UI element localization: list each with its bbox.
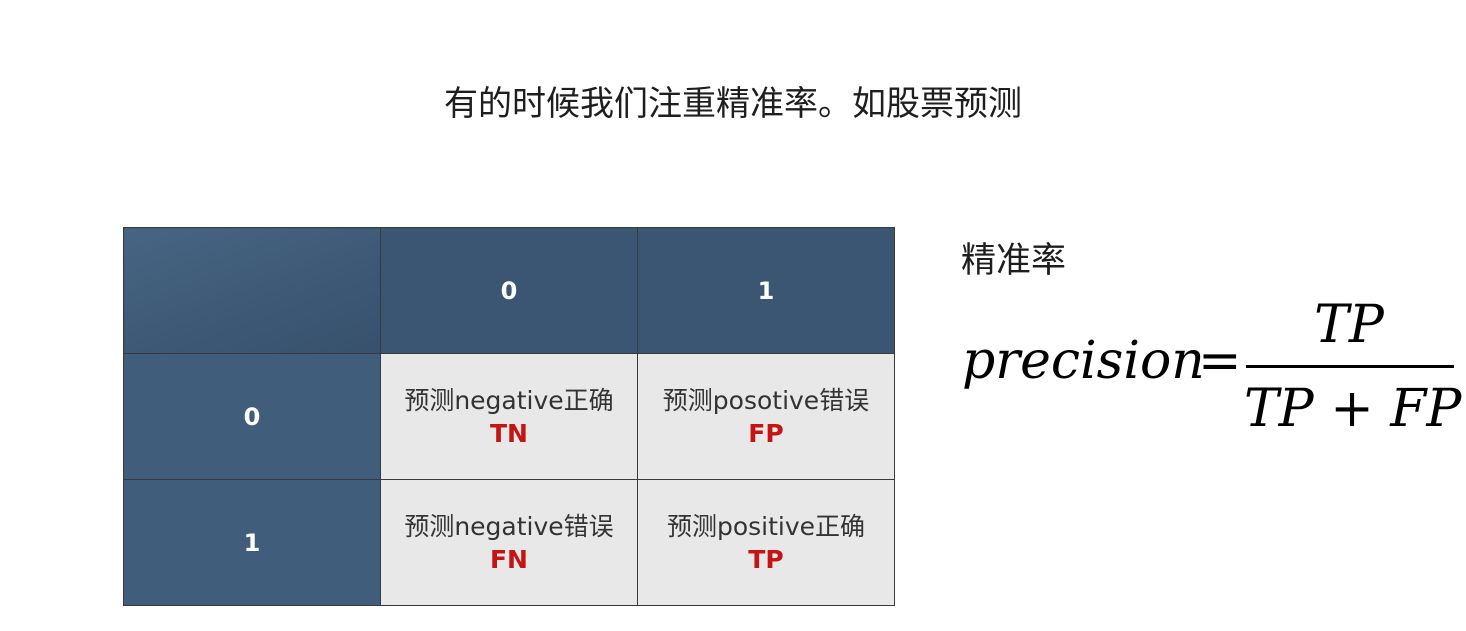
cell-tn: 预测negative正确 TN (380, 353, 638, 480)
fraction-bar (1246, 365, 1454, 368)
col-header-0: 0 (380, 227, 638, 354)
cell-fp-desc: 预测posotive错误 (662, 385, 870, 415)
matrix-row-0: 0 预测negative正确 TN 预测posotive错误 FP (123, 353, 895, 480)
metric-label: 精准率 (961, 241, 1067, 281)
formula-denominator: TP + FP (1244, 379, 1462, 439)
cell-fn-desc: 预测negative错误 (404, 511, 614, 541)
cell-tn-abbr: TN (490, 418, 528, 448)
cell-tp-desc: 预测positive正确 (666, 511, 866, 541)
header-row: 0 1 (123, 227, 895, 354)
cell-tp-abbr: TP (748, 544, 784, 574)
matrix-corner-cell (123, 227, 381, 354)
col-header-1: 1 (637, 227, 895, 354)
cell-fn-abbr: FN (489, 544, 528, 574)
confusion-matrix: 0 1 0 预测negative正确 TN 预测posotive错误 FP 1 … (123, 227, 895, 606)
formula-numerator: TP (1314, 295, 1384, 355)
precision-formula: precision = TP TP + FP (962, 295, 1462, 445)
cell-fp-abbr: FP (748, 418, 784, 448)
slide-title: 有的时候我们注重精准率。如股票预测 (444, 84, 1022, 124)
cell-fn: 预测negative错误 FN (380, 479, 638, 606)
cell-tn-desc: 预测negative正确 (404, 385, 614, 415)
matrix-row-1: 1 预测negative错误 FN 预测positive正确 TP (123, 479, 895, 606)
formula-lhs: precision (962, 331, 1205, 391)
cell-fp: 预测posotive错误 FP (637, 353, 895, 480)
formula-equals: = (1198, 331, 1242, 391)
row-header-0: 0 (123, 353, 381, 480)
row-header-1: 1 (123, 479, 381, 606)
cell-tp: 预测positive正确 TP (637, 479, 895, 606)
